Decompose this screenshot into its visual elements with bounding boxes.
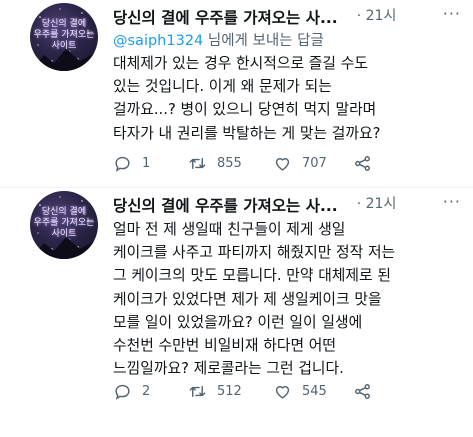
more-icon[interactable]: ··· — [443, 4, 461, 23]
reply-to-label: 님에게 보내는 답글 — [203, 33, 324, 49]
like-count: 545 — [302, 383, 327, 399]
retweet-icon — [189, 385, 206, 397]
retweet-icon — [189, 157, 206, 169]
reply-to-line: @saiph1324 님에게 보내는 답글 — [113, 29, 324, 50]
tweet-actions: 1 855 707 — [113, 152, 463, 174]
tweet-actions: 2 512 545 — [113, 380, 463, 402]
avatar[interactable]: 당신의 결에 우주를 가져오는 사이트 — [30, 191, 98, 259]
more-icon[interactable]: ··· — [443, 192, 461, 211]
retweet-count: 512 — [217, 383, 242, 399]
share-button[interactable] — [353, 380, 372, 402]
share-icon — [355, 155, 370, 171]
tweet[interactable]: 당신의 결에 우주를 가져오는 사이트 당신의 결에 우주를 가져오는 사...… — [0, 0, 473, 187]
tweet-text: 대체제가 있는 경우 한시적으로 즐길 수도 있는 것입니다. 이게 왜 문제가… — [113, 55, 381, 142]
reply-icon — [115, 156, 130, 172]
tweet-header: 당신의 결에 우주를 가져오는 사... · 21시 ··· — [113, 192, 461, 216]
reply-handle-link[interactable]: @saiph1324 — [113, 33, 203, 49]
timestamp[interactable]: · 21시 — [357, 8, 397, 24]
reply-icon — [115, 384, 130, 400]
like-button[interactable]: 707 — [273, 152, 327, 174]
tweet-header: 당신의 결에 우주를 가져오는 사... · 21시 ··· — [113, 4, 461, 28]
avatar-text: 당신의 결에 우주를 가져오는 사이트 — [33, 207, 95, 239]
timestamp[interactable]: · 21시 — [357, 196, 397, 212]
retweet-button[interactable]: 512 — [188, 380, 242, 402]
display-name[interactable]: 당신의 결에 우주를 가져오는 사... — [113, 6, 338, 28]
retweet-count: 855 — [217, 155, 242, 171]
tweet[interactable]: 당신의 결에 우주를 가져오는 사이트 당신의 결에 우주를 가져오는 사...… — [0, 188, 473, 414]
reply-button[interactable]: 1 — [113, 152, 150, 174]
like-button[interactable]: 545 — [273, 380, 327, 402]
reply-button[interactable]: 2 — [113, 380, 150, 402]
share-icon — [355, 383, 370, 399]
display-name[interactable]: 당신의 결에 우주를 가져오는 사... — [113, 194, 338, 216]
reply-count: 1 — [142, 155, 151, 171]
retweet-button[interactable]: 855 — [188, 152, 242, 174]
share-button[interactable] — [353, 152, 372, 174]
tweet-text: 얼마 전 제 생일때 친구들이 제게 생일 케이크를 사주고 파티까지 해줬지만… — [113, 221, 396, 378]
avatar[interactable]: 당신의 결에 우주를 가져오는 사이트 — [30, 3, 98, 71]
heart-icon — [275, 385, 290, 399]
heart-icon — [275, 157, 290, 171]
like-count: 707 — [302, 155, 327, 171]
avatar-text: 당신의 결에 우주를 가져오는 사이트 — [33, 19, 95, 51]
reply-count: 2 — [142, 383, 151, 399]
